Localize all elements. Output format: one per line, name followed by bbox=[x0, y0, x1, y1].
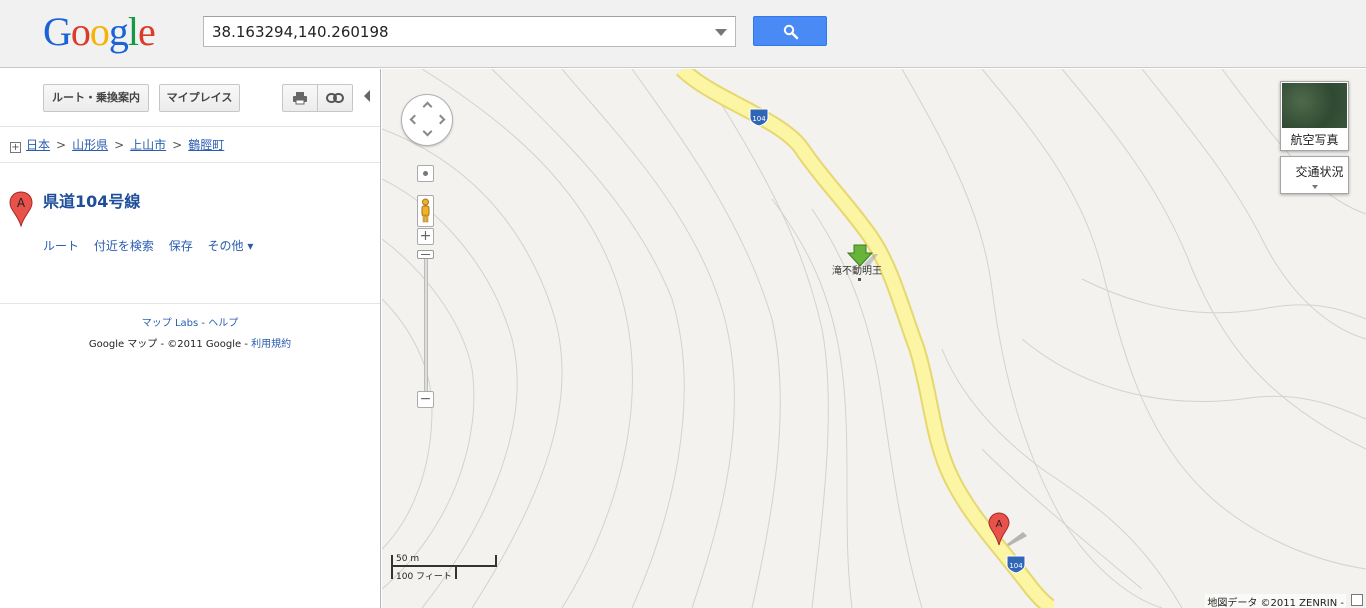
pan-left-icon[interactable] bbox=[409, 114, 420, 125]
save-link[interactable]: 保存 bbox=[169, 239, 193, 253]
logo-letter: g bbox=[108, 9, 129, 54]
logo-letter: G bbox=[43, 9, 72, 54]
link-icon bbox=[326, 93, 344, 103]
pan-up-icon[interactable] bbox=[422, 101, 433, 112]
zoom-out-button[interactable]: − bbox=[417, 391, 434, 408]
aerial-view-button[interactable]: 航空写真 bbox=[1280, 81, 1349, 151]
zoom-slider-thumb[interactable] bbox=[417, 250, 434, 259]
help-link[interactable]: ヘルプ bbox=[208, 318, 238, 329]
svg-text:104: 104 bbox=[752, 115, 766, 123]
terrain-map: 104 104 A bbox=[382, 69, 1366, 608]
pan-down-icon[interactable] bbox=[422, 126, 433, 137]
divider bbox=[0, 126, 380, 127]
logo-letter: o bbox=[89, 9, 110, 54]
expand-corner-icon[interactable] bbox=[1351, 594, 1363, 606]
header-bar: Google bbox=[0, 0, 1366, 68]
result-title[interactable]: 県道104号線 bbox=[43, 188, 140, 212]
logo-letter: e bbox=[138, 9, 156, 54]
search-box[interactable] bbox=[203, 16, 736, 47]
footer-links: マップ Labs - ヘルプ bbox=[141, 318, 239, 329]
expand-icon[interactable]: + bbox=[10, 142, 21, 153]
search-nearby-link[interactable]: 付近を検索 bbox=[94, 239, 154, 253]
traffic-button[interactable]: 交通状況 bbox=[1280, 156, 1349, 194]
printer-icon bbox=[293, 92, 307, 105]
divider bbox=[0, 162, 380, 163]
directions-button[interactable]: ルート・乗換案内 bbox=[43, 84, 149, 112]
logo-letter: l bbox=[127, 9, 139, 54]
reset-view-button[interactable] bbox=[417, 165, 434, 182]
google-logo[interactable]: Google bbox=[43, 9, 156, 54]
search-button[interactable] bbox=[753, 16, 827, 46]
breadcrumb: + 日本 > 山形県 > 上山市 > 鶴脛町 bbox=[10, 138, 225, 153]
copyright-text: Google マップ - ©2011 Google - bbox=[88, 339, 252, 350]
footer-copyright: Google マップ - ©2011 Google - 利用規約 bbox=[0, 335, 380, 350]
scale-imperial: 100 フィート bbox=[396, 572, 452, 582]
street-view-icon bbox=[421, 198, 430, 223]
link-button[interactable] bbox=[317, 84, 353, 112]
logo-letter: o bbox=[70, 9, 91, 54]
sidebar: ルート・乗換案内 マイプレイス + 日本 > 山形県 > 上山市 > 鶴脛町 A 県道104号… bbox=[0, 69, 381, 608]
pan-control bbox=[401, 94, 453, 146]
map-scale: 50 m 100 フィート bbox=[391, 554, 498, 582]
pegman-icon[interactable] bbox=[417, 195, 434, 227]
zoom-slider-track[interactable] bbox=[424, 250, 428, 394]
breadcrumb-prefecture[interactable]: 山形県 bbox=[72, 138, 108, 152]
aerial-thumbnail bbox=[1282, 83, 1347, 128]
svg-text:A: A bbox=[996, 519, 1003, 530]
poi-label[interactable]: 滝不動明王 bbox=[832, 262, 882, 277]
search-input[interactable] bbox=[212, 17, 702, 46]
aerial-label: 航空写真 bbox=[1290, 133, 1339, 147]
myplaces-button[interactable]: マイプレイス bbox=[159, 84, 240, 112]
maps-labs-link[interactable]: マップ Labs bbox=[142, 318, 198, 329]
more-link[interactable]: その他 ▾ bbox=[208, 239, 254, 253]
terms-link[interactable]: 利用規約 bbox=[251, 339, 291, 350]
map-copyright: 地図データ ©2011 ZENRIN - bbox=[1205, 594, 1346, 608]
collapse-panel-icon[interactable] bbox=[364, 90, 370, 102]
pan-right-icon[interactable] bbox=[435, 114, 446, 125]
marker-a-icon[interactable]: A bbox=[9, 191, 33, 227]
breadcrumb-country[interactable]: 日本 bbox=[26, 138, 50, 152]
road-shield-104: 104 bbox=[749, 108, 769, 127]
search-icon bbox=[783, 24, 799, 40]
map-canvas[interactable]: 104 104 A 滝不動明王 + − 航空写真 交通状況 50 m 100 フ… bbox=[382, 69, 1366, 608]
road-shield-104: 104 bbox=[1006, 555, 1026, 574]
breadcrumb-city[interactable]: 上山市 bbox=[130, 138, 166, 152]
traffic-label: 交通状況 bbox=[1295, 165, 1344, 179]
zoom-in-button[interactable]: + bbox=[417, 228, 434, 245]
chevron-down-icon[interactable] bbox=[715, 29, 727, 36]
route-link[interactable]: ルート bbox=[43, 239, 79, 253]
svg-text:104: 104 bbox=[1009, 562, 1023, 570]
divider bbox=[0, 303, 380, 304]
print-button[interactable] bbox=[282, 84, 318, 112]
scale-metric: 50 m bbox=[396, 554, 420, 564]
result-actions: ルート 付近を検索 保存 その他 ▾ bbox=[43, 237, 264, 254]
breadcrumb-town[interactable]: 鶴脛町 bbox=[188, 138, 224, 152]
svg-text:A: A bbox=[17, 196, 26, 210]
chevron-down-icon bbox=[1312, 185, 1318, 189]
